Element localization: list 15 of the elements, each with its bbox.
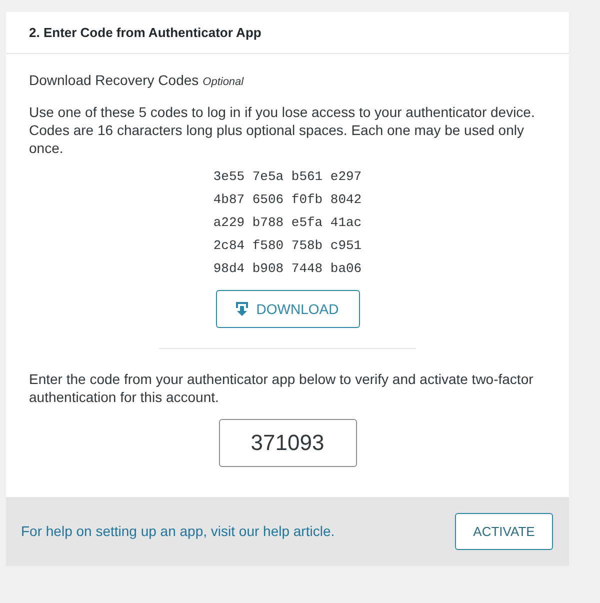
recovery-code: 2c84 f580 758b c951 [213, 238, 362, 254]
recovery-code: 4b87 6506 f0fb 8042 [213, 192, 362, 208]
recovery-code: 98d4 b908 7448 ba06 [213, 261, 362, 277]
activate-button[interactable]: ACTIVATE [455, 513, 553, 550]
section-heading: Download Recovery Codes [29, 71, 199, 90]
code-input[interactable]: 371093 [218, 419, 356, 467]
recovery-code: a229 b788 e5fa 41ac [213, 215, 362, 231]
help-link[interactable]: For help on setting up an app, visit our help article. [21, 521, 335, 542]
recovery-code: 3e55 7e5a b561 e297 [213, 169, 362, 185]
card-title: 2. Enter Code from Authenticator App [29, 24, 262, 42]
description-text: Use one of these 5 codes to log in if you lose access to your authenticator device. Codes are 16 characters long plus optional spaces. Each one may be used only once. [29, 103, 536, 157]
download-icon [236, 302, 248, 316]
download-button[interactable]: DOWNLOAD [216, 290, 360, 328]
instructions-text: Enter the code from your authenticator app below to verify and activate two-factor authentication for this account. [29, 370, 534, 406]
optional-label: Optional [202, 75, 244, 90]
